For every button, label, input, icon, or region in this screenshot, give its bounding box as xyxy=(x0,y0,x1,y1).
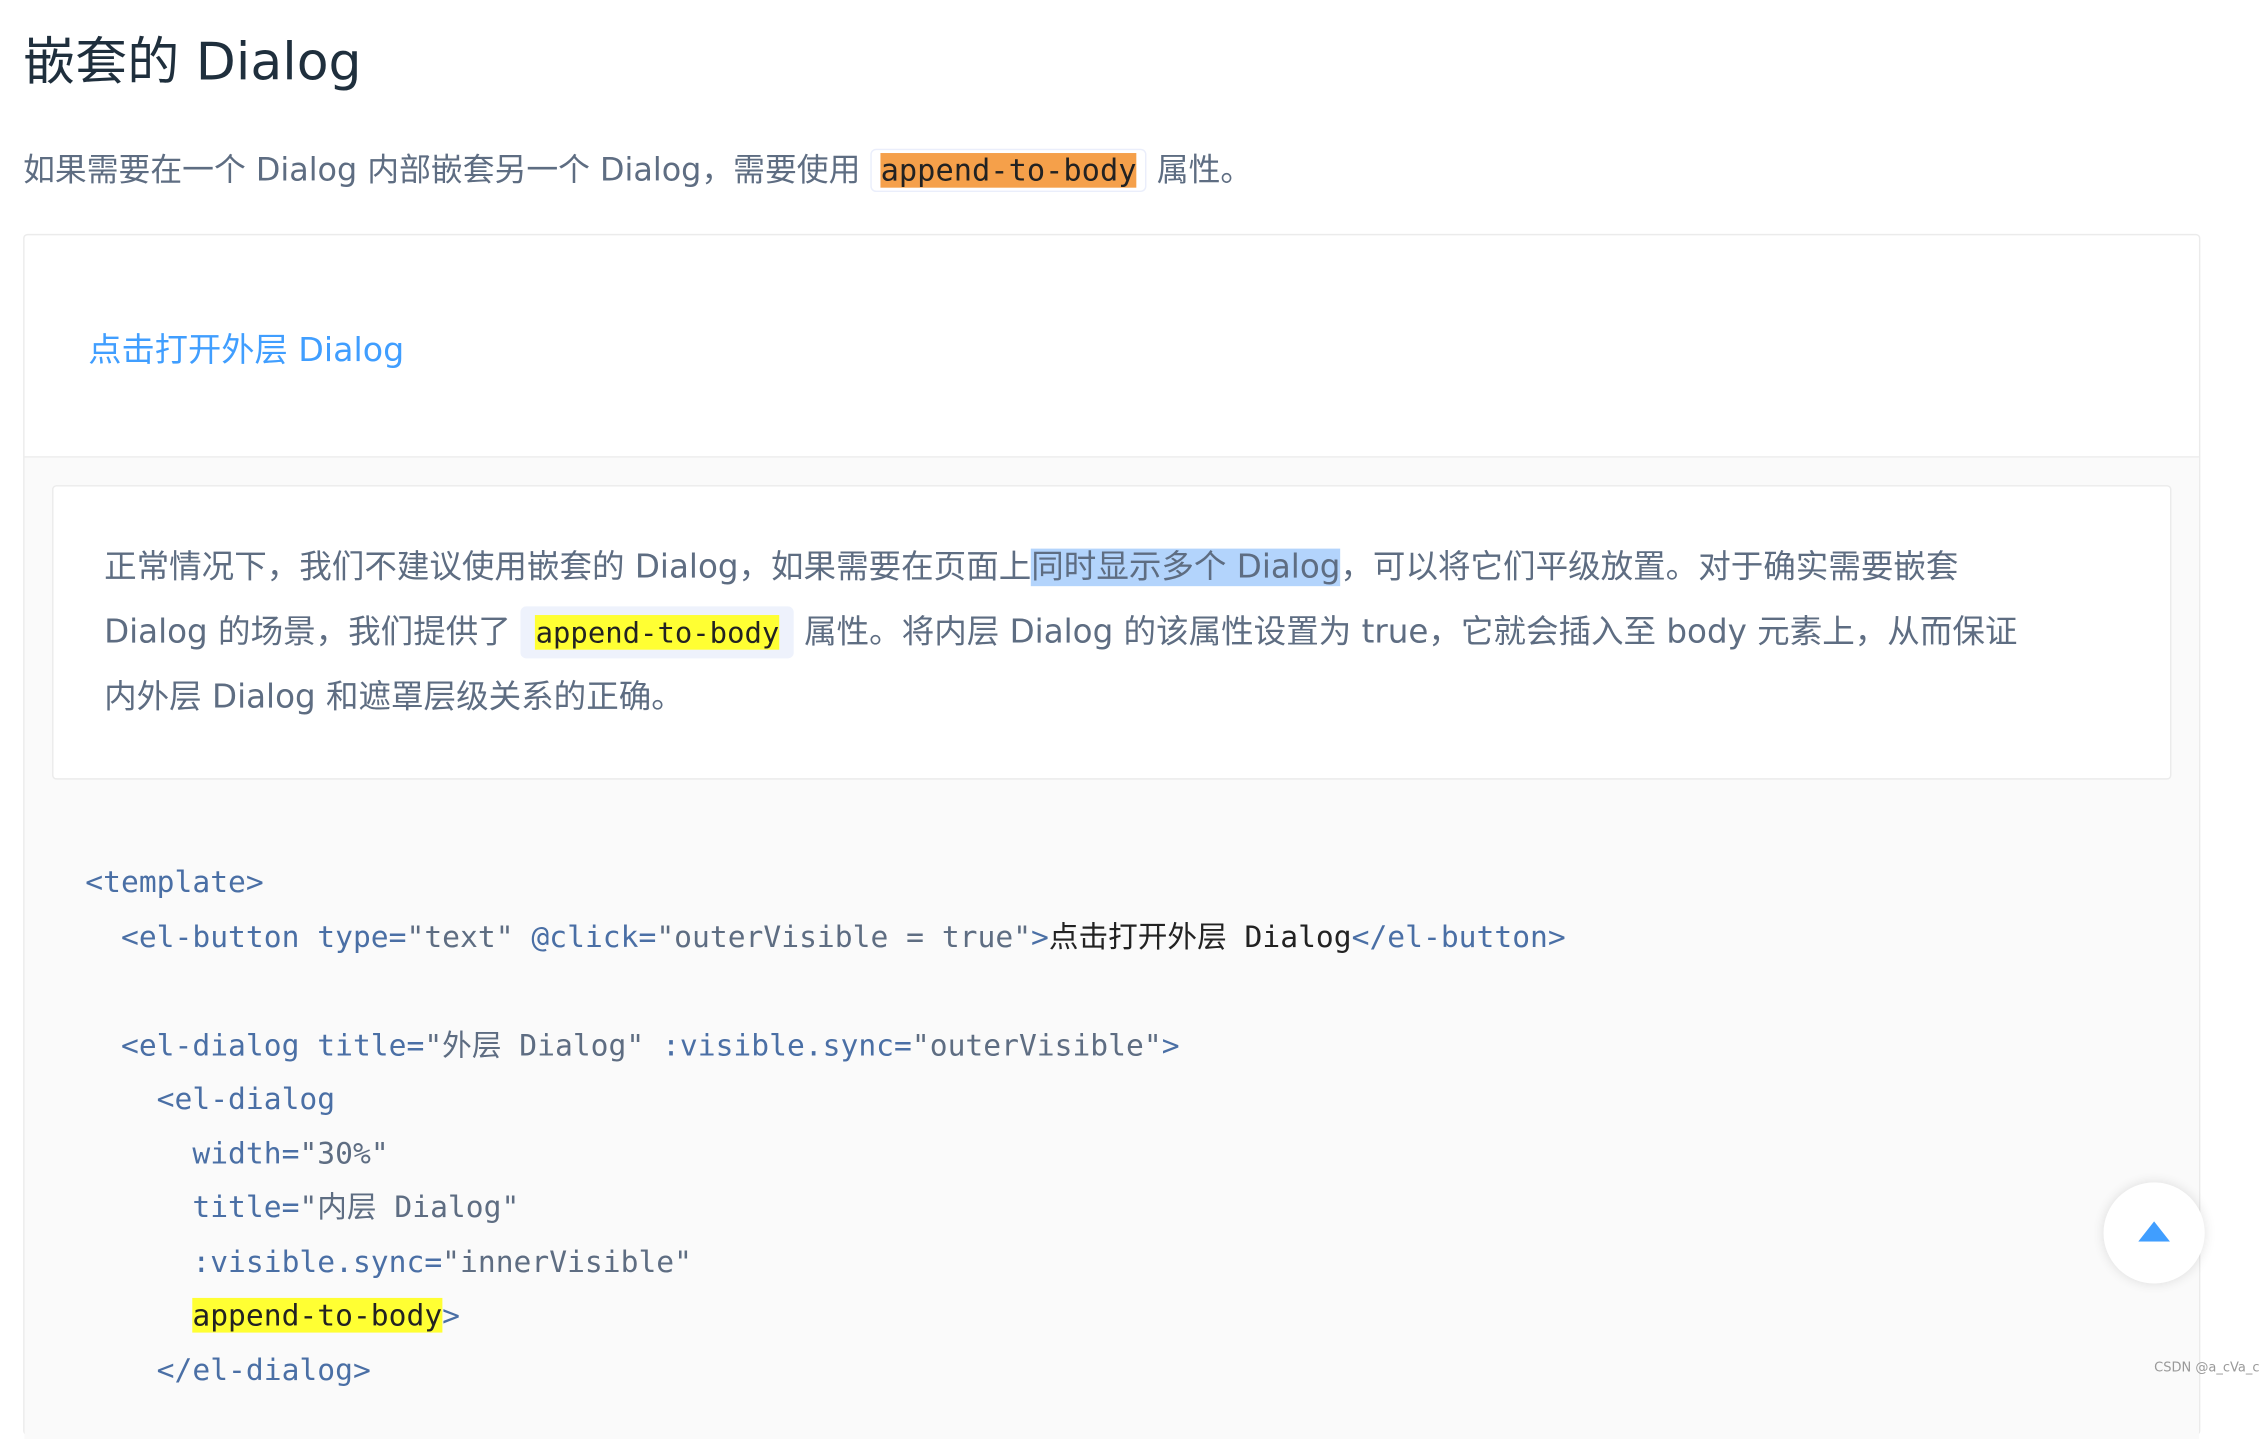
intro-before: 如果需要在一个 Dialog 内部嵌套另一个 Dialog，需要使用 xyxy=(23,153,871,190)
description-text: 正常情况下，我们不建议使用嵌套的 Dialog，如果需要在页面上同时显示多个 D… xyxy=(104,536,2119,731)
watermark: CSDN @a_cVa_c xyxy=(2154,1361,2260,1376)
page: 嵌套的 Dialog 如果需要在一个 Dialog 内部嵌套另一个 Dialog… xyxy=(0,0,2264,1439)
code-token: "内层 Dialog" xyxy=(299,1189,520,1225)
code-line: <el-dialog title="外层 Dialog" :visible.sy… xyxy=(85,1019,1565,1073)
code-token: "outerVisible = true" xyxy=(656,918,1032,954)
code-token: <el-dialog xyxy=(120,1027,300,1062)
code-line: </el-dialog> xyxy=(85,1343,1565,1397)
code-token: > xyxy=(1031,918,1049,954)
code-token: :visible.sync= xyxy=(192,1243,443,1279)
code-token: <el-dialog xyxy=(156,1081,336,1117)
code-token: "30%" xyxy=(299,1135,389,1171)
code-token: "outerVisible" xyxy=(911,1027,1162,1062)
code-token: title= xyxy=(192,1189,300,1225)
code-token: "外层 Dialog" xyxy=(424,1027,645,1062)
code-block: <template> <el-button type="text" @click… xyxy=(85,856,1565,1397)
demo-block: 点击打开外层 Dialog 正常情况下，我们不建议使用嵌套的 Dialog，如果… xyxy=(23,233,2201,1439)
desc-selected-text: 同时显示多个 Dialog xyxy=(1031,548,1341,587)
demo-meta: 正常情况下，我们不建议使用嵌套的 Dialog，如果需要在页面上同时显示多个 D… xyxy=(24,457,2199,1439)
intro-code: append-to-body xyxy=(870,148,1147,193)
desc-part4: 属性。将内层 Dialog 的该属性设置为 true，它就会插入至 body 元… xyxy=(793,613,2018,652)
intro-text: 如果需要在一个 Dialog 内部嵌套另一个 Dialog，需要使用 appen… xyxy=(23,144,1252,197)
code-line: <el-button type="text" @click="outerVisi… xyxy=(85,910,1566,964)
code-token: <el-button xyxy=(120,918,300,954)
code-token: :visible.sync= xyxy=(644,1027,912,1062)
code-token: </el-dialog> xyxy=(156,1352,371,1387)
code-token: <template> xyxy=(85,864,264,900)
open-outer-dialog-button[interactable]: 点击打开外层 Dialog xyxy=(88,322,404,371)
code-line: title="内层 Dialog" xyxy=(85,1181,1565,1235)
code-line: width="30%" xyxy=(85,1127,1565,1181)
code-token: "innerVisible" xyxy=(442,1243,692,1279)
desc-part1: 正常情况下，我们不建议使用嵌套的 Dialog，如果需要在页面上 xyxy=(104,548,1032,587)
code-token: > xyxy=(442,1297,461,1333)
desc-part2: ，可以将它们平级放置。对于确实需要嵌套 xyxy=(1340,548,1959,587)
code-token: append-to-body xyxy=(192,1297,443,1333)
intro-code-highlight: append-to-body xyxy=(880,153,1137,188)
code-token: @click= xyxy=(513,918,657,954)
desc-part3: Dialog 的场景，我们提供了 xyxy=(104,613,522,652)
code-line: <template> xyxy=(85,856,1565,910)
code-token: > xyxy=(1161,1027,1180,1062)
page-title: 嵌套的 Dialog xyxy=(23,33,362,93)
desc-code-highlight: append-to-body xyxy=(535,615,780,650)
code-token: </el-button> xyxy=(1351,918,1566,954)
code-token: width= xyxy=(192,1135,300,1171)
code-line: :visible.sync="innerVisible" xyxy=(85,1235,1565,1289)
intro-after: 属性。 xyxy=(1146,153,1253,190)
code-line: <el-dialog xyxy=(85,1073,1565,1127)
code-line: append-to-body> xyxy=(85,1289,1565,1343)
code-token: title= xyxy=(299,1027,425,1062)
demo-description: 正常情况下，我们不建议使用嵌套的 Dialog，如果需要在页面上同时显示多个 D… xyxy=(52,485,2172,780)
demo-source: 点击打开外层 Dialog xyxy=(24,235,2199,458)
code-token: 点击打开外层 Dialog xyxy=(1048,918,1352,954)
code-token: type= xyxy=(299,918,407,954)
back-to-top-button[interactable] xyxy=(2103,1182,2205,1284)
code-token: "text" xyxy=(406,918,514,954)
caret-up-icon xyxy=(2138,1221,2171,1242)
desc-part5: 内外层 Dialog 和遮罩层级关系的正确。 xyxy=(104,678,684,717)
desc-code: append-to-body xyxy=(521,606,794,659)
